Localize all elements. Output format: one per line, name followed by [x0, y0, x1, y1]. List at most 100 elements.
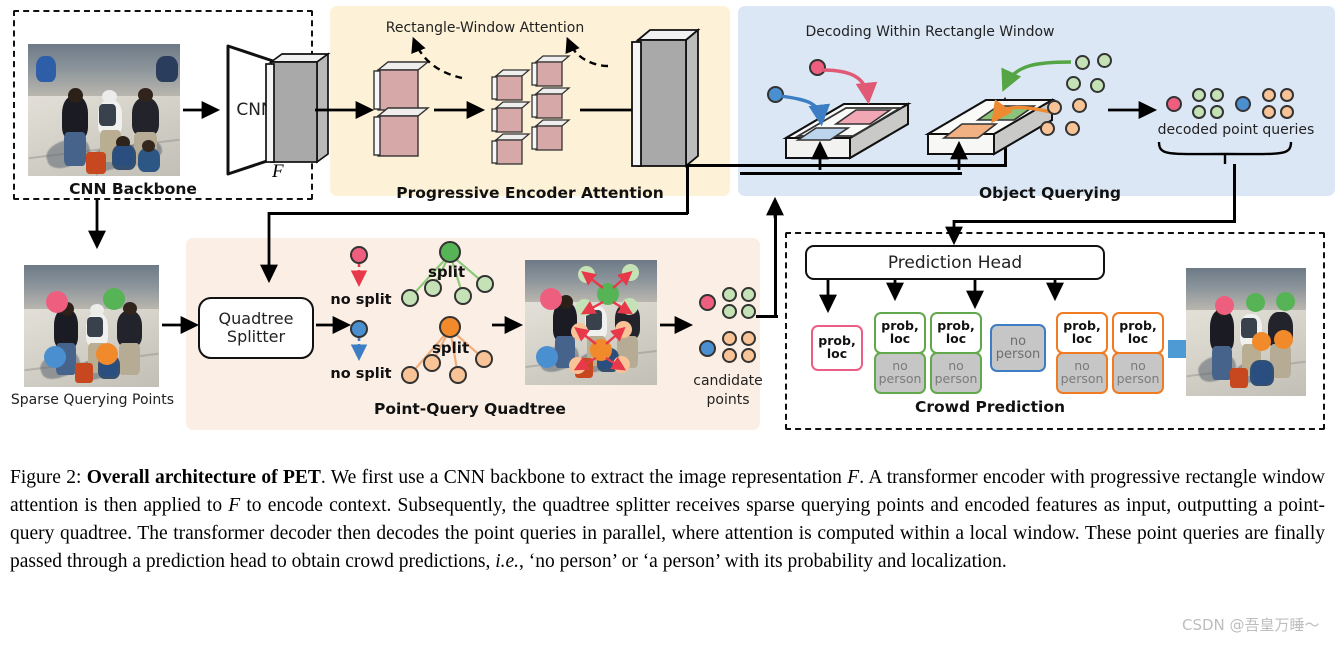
arrow-to-decoded-queries — [1108, 101, 1158, 119]
caption-symbol-1: F — [847, 467, 860, 488]
output-point-green-1 — [1246, 293, 1265, 312]
prediction-box-orange1-no-person: no person — [1056, 352, 1108, 394]
point-query-quadtree-title: Point-Query Quadtree — [374, 400, 566, 418]
prediction-box-red-prob-loc: prob, loc — [811, 325, 863, 371]
crowd-image-input — [28, 44, 180, 176]
prediction-box-blue-no-person: no person — [990, 324, 1046, 372]
arrow-up-to-slab-right — [950, 140, 968, 170]
candidate-point-green-4 — [741, 304, 756, 319]
output-point-green-2 — [1276, 292, 1295, 311]
crowd-prediction-title: Crowd Prediction — [915, 398, 1065, 416]
quadtree-splitter-line1: Quadtree — [218, 309, 294, 329]
progressive-encoder-attention-title: Progressive Encoder Attention — [396, 184, 664, 202]
link-encoder-to-splitter-v1 — [686, 164, 689, 214]
arrow-into-quadtree-splitter — [260, 212, 278, 284]
arrow-candidate-up-to-querying — [766, 196, 784, 218]
figure-caption: Figure 2: Overall architecture of PET. W… — [10, 464, 1325, 576]
prediction-box-green2-top-text: prob, loc — [937, 318, 975, 346]
prediction-box-green1-bottom-text: no person — [878, 358, 922, 386]
prediction-box-orange2-top-text: prob, loc — [1119, 318, 1157, 346]
link-bus-object-querying — [740, 172, 962, 175]
output-point-orange-2 — [1274, 330, 1293, 349]
decoded-point-orange-b — [1072, 98, 1087, 113]
sparse-point-orange — [96, 343, 118, 365]
arrow-backbone-to-sparse-points — [88, 200, 106, 250]
no-split-label-blue: no split — [330, 366, 392, 382]
caption-prefix: Figure 2: — [10, 467, 87, 488]
link-candidate-to-querying-v — [774, 210, 777, 317]
quadtree-point-red — [350, 246, 368, 264]
caption-body-1: . We first use a CNN backbone to extract… — [320, 467, 848, 488]
caption-bold-title: Overall architecture of PET — [86, 467, 321, 488]
split-label-green: split — [428, 263, 466, 281]
candidate-point-orange-3 — [722, 348, 737, 363]
no-split-arrow-red — [350, 264, 368, 287]
candidate-point-green-3 — [722, 304, 737, 319]
caption-symbol-2: F — [228, 495, 241, 517]
sparse-querying-points-label: Sparse Querying Points — [10, 392, 175, 408]
link-to-prediction-head-h — [953, 220, 1236, 223]
attention-pointer-2 — [565, 36, 609, 68]
candidate-point-orange-4 — [741, 348, 756, 363]
arrow-image-to-cnn — [183, 101, 221, 119]
decoded-point-green-c — [1066, 76, 1081, 91]
crowd-image-sparse-points — [24, 265, 159, 387]
quadtree-splitter-block: Quadtree Splitter — [198, 297, 314, 359]
decoded-cluster-orange-3 — [1262, 105, 1276, 119]
prediction-box-green2-prob-loc: prob, loc — [930, 312, 982, 354]
output-point-orange-1 — [1252, 332, 1271, 351]
watermark: CSDN @吾皇万睡～ — [1182, 616, 1320, 634]
candidate-point-red — [699, 294, 716, 311]
prediction-box-orange2-bottom-text: no person — [1116, 358, 1160, 386]
candidate-point-orange-2 — [741, 331, 756, 346]
quadtree-point-blue — [350, 320, 368, 338]
candidate-point-green-1 — [722, 287, 737, 302]
prediction-box-green2-bottom-text: no person — [934, 358, 978, 386]
decoded-cluster-red — [1166, 96, 1182, 112]
prediction-head-block: Prediction Head — [805, 245, 1105, 280]
prediction-box-red-text: prob, loc — [818, 333, 856, 361]
decoded-cluster-green-2 — [1210, 88, 1224, 102]
object-querying-title: Object Querying — [978, 184, 1121, 202]
attention-pointer-1 — [411, 36, 463, 80]
decoded-cluster-green-3 — [1192, 105, 1206, 119]
encoded-feature-slab — [631, 28, 701, 168]
figure-diagram: CNN F CNN Backbone Rectangle-Window Atte… — [0, 0, 1335, 450]
decoded-cluster-orange-2 — [1280, 88, 1294, 102]
candidate-point-green-2 — [741, 287, 756, 302]
decoded-point-orange-d — [1065, 121, 1080, 136]
decoded-cluster-green-4 — [1210, 105, 1224, 119]
prediction-box-green1-prob-loc: prob, loc — [874, 312, 926, 354]
prediction-box-green2-no-person: no person — [930, 352, 982, 394]
prediction-box-orange2-no-person: no person — [1112, 352, 1164, 394]
prediction-box-green1-top-text: prob, loc — [881, 318, 919, 346]
decoded-point-queries-label: decoded point queries — [1157, 122, 1315, 138]
decoded-cluster-orange-4 — [1280, 105, 1294, 119]
split-label-orange: split — [432, 339, 470, 357]
link-encoder-to-splitter-h — [268, 212, 688, 215]
prediction-box-blue-text: no person — [995, 333, 1041, 362]
candidate-point-orange-1 — [722, 331, 737, 346]
prediction-box-orange1-bottom-text: no person — [1060, 358, 1104, 386]
link-decoded-to-prediction-head — [1233, 164, 1236, 222]
sparse-point-red — [46, 291, 68, 313]
feature-symbol-F: F — [272, 161, 284, 182]
caption-ie: i.e. — [495, 551, 520, 573]
curve-blue-to-window — [780, 94, 831, 127]
decoded-cluster-orange-1 — [1262, 88, 1276, 102]
no-split-arrow-blue — [350, 338, 368, 361]
decoded-point-orange-a — [1047, 100, 1062, 115]
decoded-cluster-green-1 — [1192, 88, 1206, 102]
cnn-backbone-title: CNN Backbone — [69, 180, 197, 198]
decoded-point-green-b — [1097, 53, 1112, 68]
quadtree-split-arrows — [573, 270, 634, 371]
quadtree-splitter-line2: Splitter — [226, 327, 286, 346]
sparse-point-blue — [44, 346, 66, 368]
sparse-point-green — [103, 288, 125, 310]
decoded-cluster-blue — [1235, 96, 1251, 112]
arrow-encoder-stage1-to-stage2 — [434, 101, 486, 119]
prediction-box-orange1-top-text: prob, loc — [1063, 318, 1101, 346]
candidate-points-line1: candidate — [693, 373, 763, 389]
decoded-point-green-d — [1090, 78, 1105, 93]
no-split-label-red: no split — [330, 292, 392, 308]
